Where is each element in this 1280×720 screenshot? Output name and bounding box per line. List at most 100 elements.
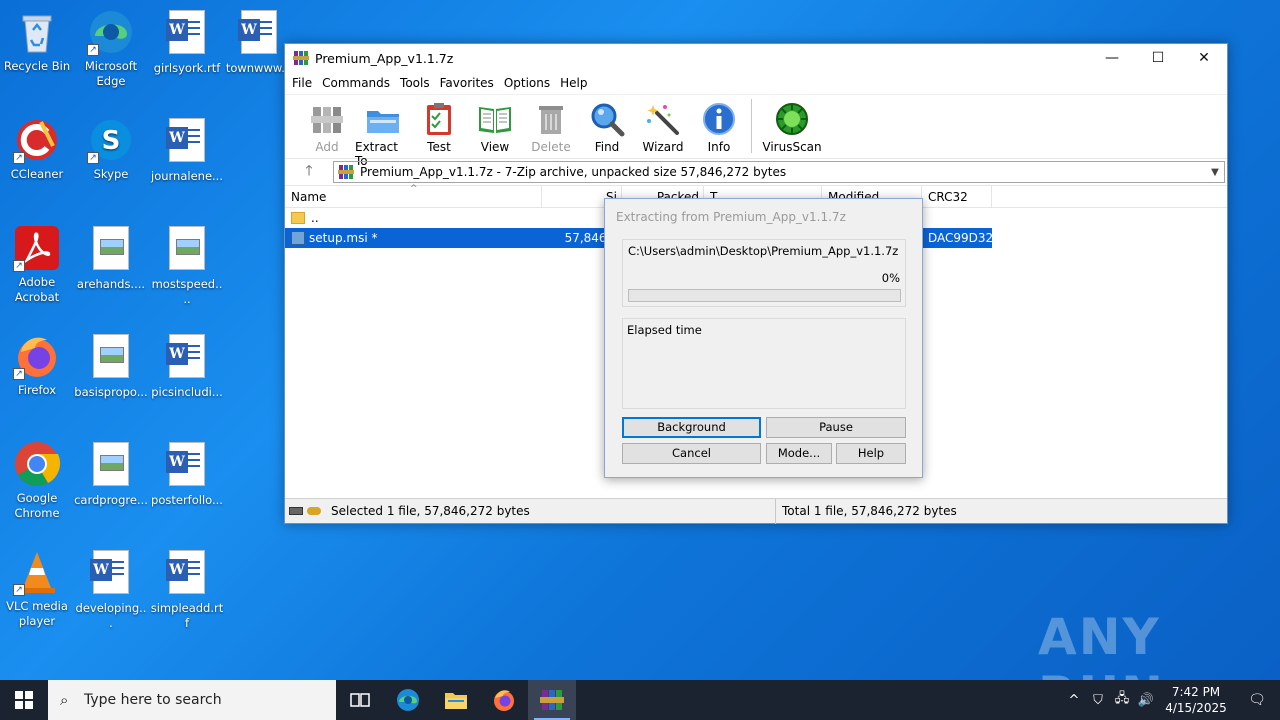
up-arrow-icon[interactable]: 🡑 [285,160,333,184]
desktop-icon-developing[interactable]: W developing... [74,548,148,631]
find-button[interactable]: Find [579,95,635,159]
delete-button[interactable]: Delete [523,95,579,159]
pause-button[interactable]: Pause [766,417,906,438]
info-button[interactable]: Info [691,95,747,159]
view-button[interactable]: View [467,95,523,159]
delete-label: Delete [531,140,571,154]
status-selected-text: Selected 1 file, 57,846,272 bytes [331,504,530,518]
status-bar: Selected 1 file, 57,846,272 bytes Total … [285,498,1227,524]
desktop-icon-girlsyork[interactable]: W girlsyork.rtf [150,8,224,76]
windows-logo-icon [15,691,33,709]
archive-path-text: Premium_App_v1.1.7z - 7-Zip archive, unp… [360,165,787,179]
desktop-icon-label: girlsyork.rtf [153,61,221,75]
desktop-icon-label: mostspeed.... [151,277,223,306]
desktop-icon-label: journalene... [151,169,223,183]
desktop-icon-picsincludi[interactable]: W picsincludi... [150,332,224,400]
maximize-button[interactable]: ☐ [1135,44,1181,72]
security-shield-icon[interactable]: ⛉ [1086,693,1110,708]
elapsed-group: Elapsed time [622,318,906,409]
row-name-cell: .. [285,208,542,228]
winrar-app-icon [293,50,309,66]
taskbar-winrar[interactable] [528,680,576,720]
search-placeholder: Type here to search [84,692,222,708]
desktop-icon-cardprogre[interactable]: cardprogre... [74,440,148,508]
menu-file[interactable]: File [287,76,317,90]
help-button[interactable]: Help [836,443,906,464]
desktop-icon-google-chrome[interactable]: Google Chrome [0,440,74,521]
clock-date: 4/15/2025 [1165,701,1227,715]
desktop-icon-skype[interactable]: S ↗ Skype [74,116,148,182]
notification-icon[interactable]: 🗨 [1234,692,1280,708]
image-file-icon [87,226,135,274]
trash-icon [533,101,569,137]
wizard-button[interactable]: Wizard [635,95,691,159]
desktop-icon-label: posterfollo... [151,493,223,507]
taskbar: ⌕ Type here to search ^ ⛉ 🖧 🔊 7:42 PM 4/… [0,680,1280,720]
desktop-icon-vlc[interactable]: ↗ VLC media player [0,548,74,629]
menu-options[interactable]: Options [499,76,555,90]
extract-folder-icon [365,101,401,137]
winrar-app-icon [540,690,564,710]
skype-icon: S ↗ [87,116,135,164]
cancel-button[interactable]: Cancel [622,443,761,464]
desktop-icon-arehands[interactable]: arehands.... [74,224,148,292]
taskbar-file-explorer[interactable] [432,680,480,720]
archive-path-combobox[interactable]: Premium_App_v1.1.7z - 7-Zip archive, unp… [333,161,1225,183]
task-view-button[interactable] [336,680,384,720]
network-icon[interactable]: 🖧 [1110,689,1134,711]
column-header-name[interactable]: Name ^ [285,184,542,208]
chevron-down-icon[interactable]: ▼ [1206,167,1224,178]
background-button[interactable]: Background [622,417,761,438]
shortcut-arrow-icon: ↗ [13,584,25,596]
desktop-icon-recycle-bin[interactable]: Recycle Bin [0,8,74,74]
progress-percent: 0% [881,271,900,285]
menu-help[interactable]: Help [555,76,592,90]
svg-text:S: S [102,126,121,156]
edge-icon: ↗ [87,8,135,56]
taskbar-edge[interactable] [384,680,432,720]
minimize-button[interactable]: — [1089,44,1135,72]
status-left: Selected 1 file, 57,846,272 bytes [285,504,775,518]
chevron-up-icon[interactable]: ^ [1062,693,1086,708]
word-doc-icon: W [163,334,211,382]
desktop-icon-firefox[interactable]: ↗ Firefox [0,332,74,398]
row-name-cell: setup.msi * [285,228,542,248]
test-button[interactable]: Test [411,95,467,159]
system-tray: ^ ⛉ 🖧 🔊 7:42 PM 4/15/2025 🗨 [1062,680,1280,720]
toolbar: Add Extract To Test View Delete Find Wiz… [285,94,1227,168]
start-button[interactable] [0,680,48,720]
volume-icon[interactable]: 🔊 [1134,693,1158,708]
drive-icon [289,507,303,515]
title-bar[interactable]: Premium_App_v1.1.7z — ☐ ✕ [285,44,1227,72]
task-view-icon [350,693,370,707]
extract-to-button[interactable]: Extract To [355,95,411,168]
menu-tools[interactable]: Tools [395,76,435,90]
desktop-icon-mostspeed[interactable]: mostspeed.... [150,224,224,307]
word-doc-icon: W [235,10,283,58]
taskbar-search-box[interactable]: ⌕ Type here to search [48,680,336,720]
desktop-icon-microsoft-edge[interactable]: ↗ Microsoft Edge [74,8,148,89]
taskbar-firefox[interactable] [480,680,528,720]
add-button[interactable]: Add [299,95,355,159]
desktop-icon-basispropo[interactable]: basispropo... [74,332,148,400]
close-button[interactable]: ✕ [1181,44,1227,72]
mode-button[interactable]: Mode... [766,443,832,464]
progress-bar [628,289,901,302]
extract-progress-dialog: Extracting from Premium_App_v1.1.7z C:\U… [604,198,923,478]
dialog-title[interactable]: Extracting from Premium_App_v1.1.7z [605,199,922,233]
desktop-icon-journalene[interactable]: W journalene... [150,116,224,184]
virusscan-button[interactable]: VirusScan [760,95,824,159]
desktop-icon-simpleadd[interactable]: W simpleadd.rtf [150,548,224,631]
clock[interactable]: 7:42 PM 4/15/2025 [1158,684,1234,716]
desktop-icon-adobe-acrobat[interactable]: ↗ Adobe Acrobat [0,224,74,305]
desktop-icon-label: Google Chrome [14,491,60,520]
menu-favorites[interactable]: Favorites [435,76,499,90]
column-header-crc32[interactable]: CRC32 [922,186,992,208]
word-doc-icon: W [163,442,211,490]
desktop-icon-posterfollo[interactable]: W posterfollo... [150,440,224,508]
desktop-icon-ccleaner[interactable]: ↗ CCleaner [0,116,74,182]
desktop-icon-label: simpleadd.rtf [150,601,224,630]
menu-commands[interactable]: Commands [317,76,395,90]
view-book-icon [477,101,513,137]
desktop-icon-label: Skype [93,167,129,181]
